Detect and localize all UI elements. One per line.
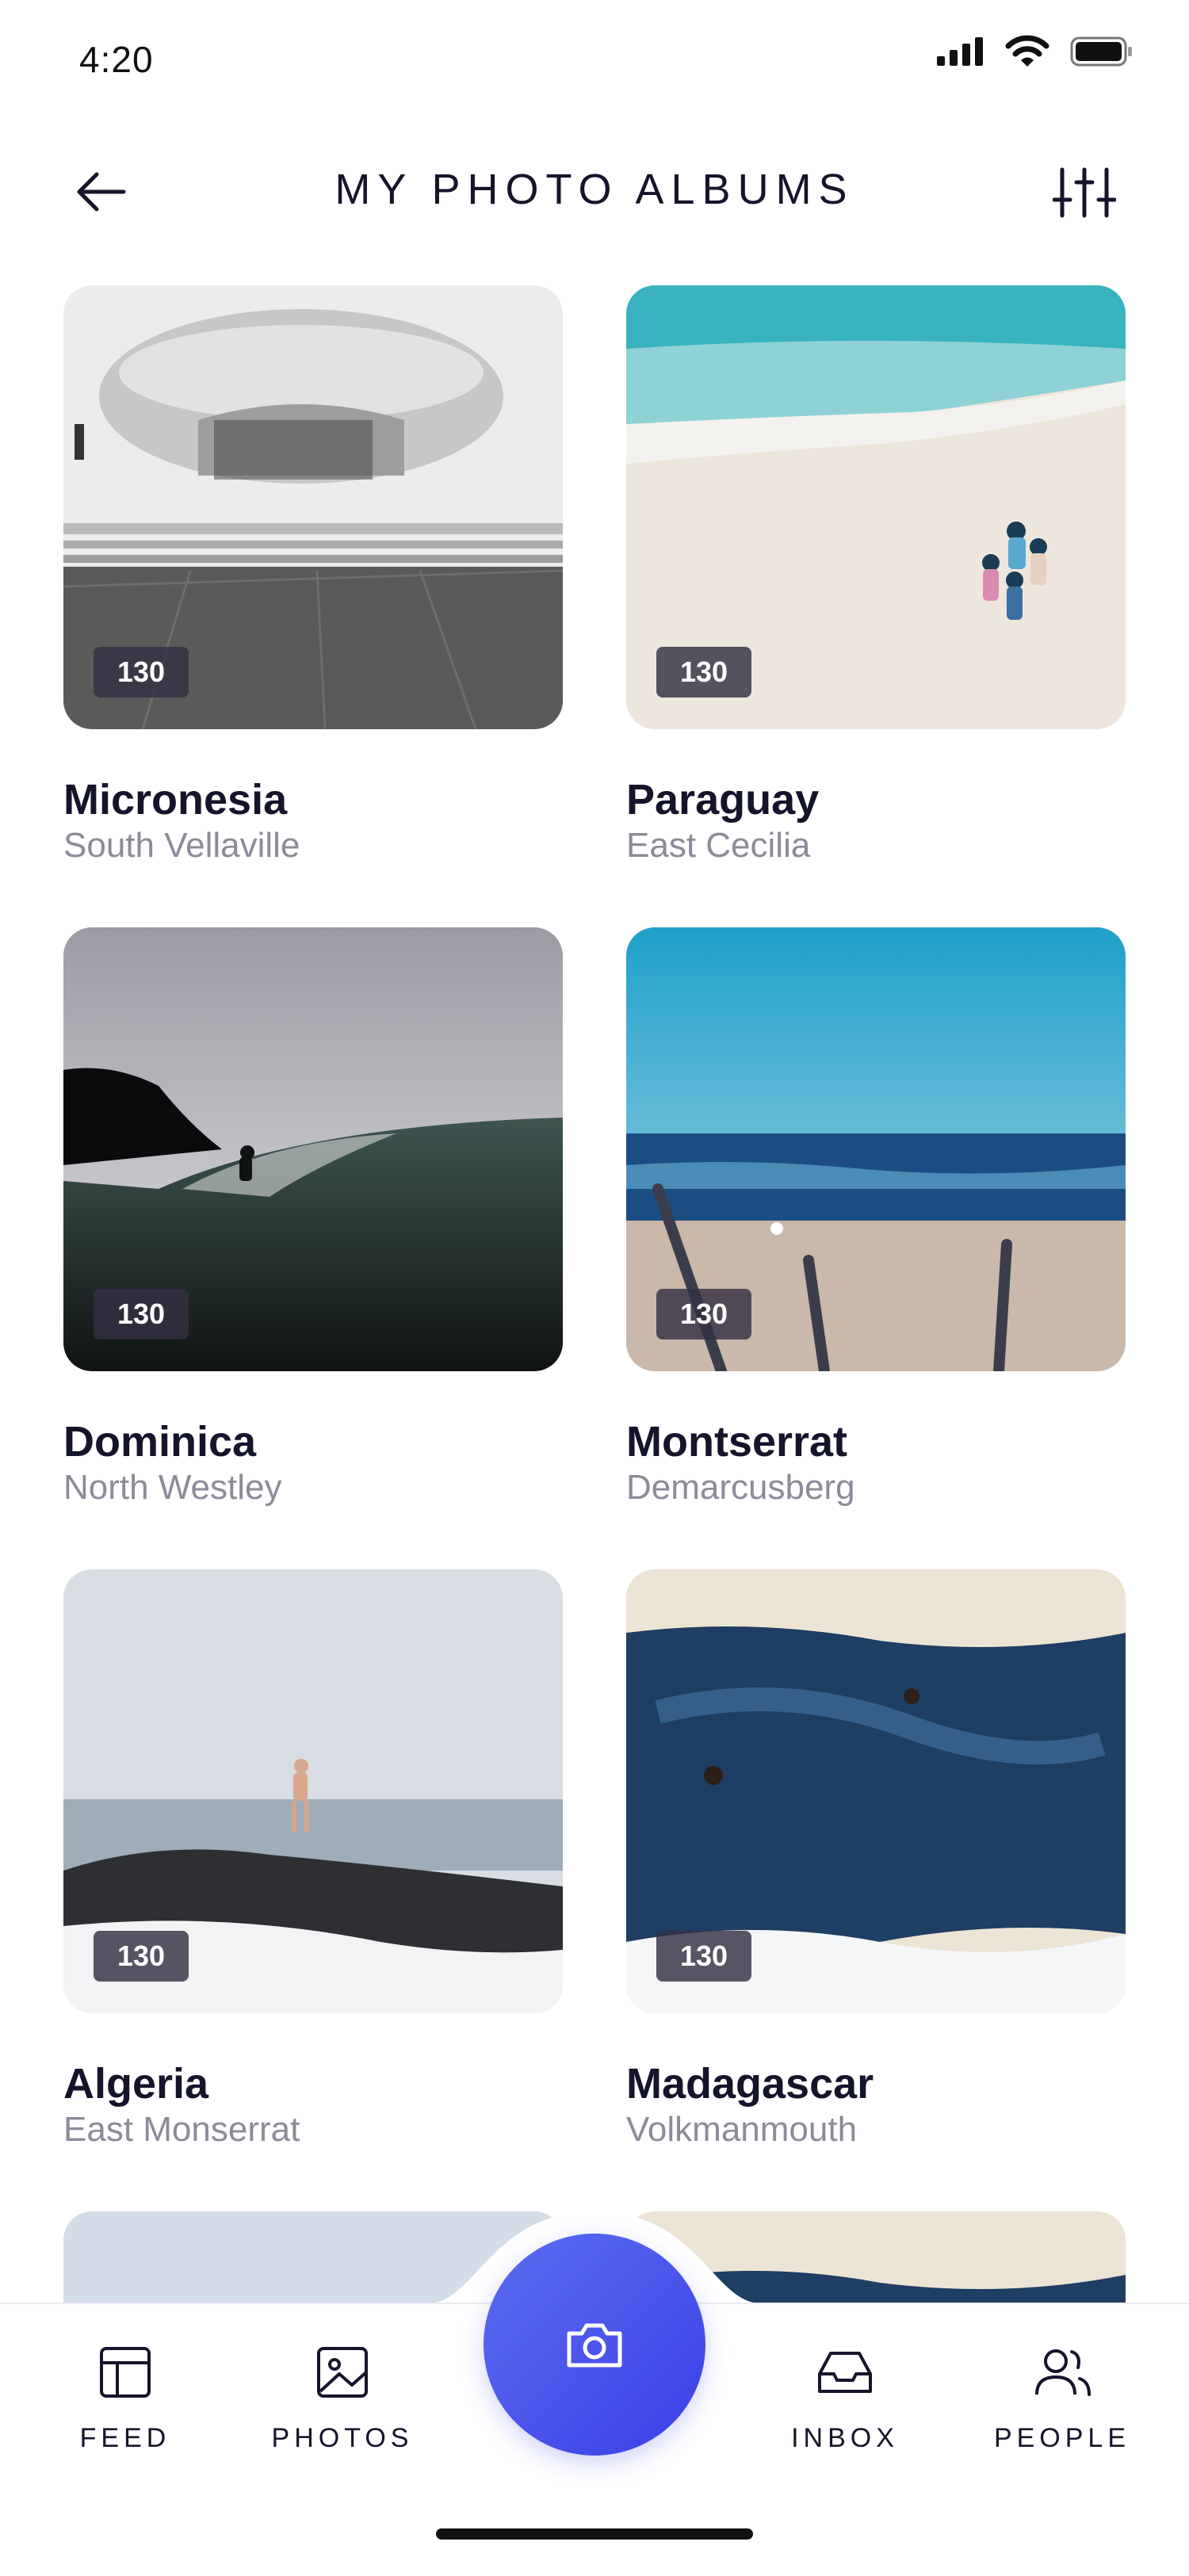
album-photo: 130 bbox=[626, 1569, 1126, 2013]
layout-icon bbox=[100, 2347, 151, 2398]
photo-count-badge: 130 bbox=[656, 1931, 751, 1982]
album-name: Paraguay bbox=[626, 776, 820, 824]
camera-button[interactable] bbox=[484, 2234, 705, 2456]
album-name: Montserrat bbox=[626, 1418, 848, 1466]
photo-count-badge: 130 bbox=[94, 1289, 189, 1340]
album-card[interactable]: 130 Madagascar Volkmanmouth bbox=[626, 1569, 1126, 2149]
inbox-icon bbox=[818, 2352, 872, 2393]
photo-count-badge: 130 bbox=[94, 647, 189, 698]
album-name: Dominica bbox=[63, 1418, 257, 1466]
nav-label-people: PEOPLE bbox=[993, 2423, 1131, 2453]
page-title: MY PHOTO ALBUMS bbox=[335, 166, 854, 213]
nav-label-feed: FEED bbox=[79, 2423, 171, 2453]
battery-icon bbox=[1070, 36, 1132, 67]
album-location: East Monserrat bbox=[63, 2110, 300, 2149]
photo-count-badge: 130 bbox=[94, 1931, 189, 1982]
sliders-icon bbox=[1052, 167, 1117, 218]
header: MY PHOTO ALBUMS bbox=[0, 151, 1189, 238]
nav-label-photos: PHOTOS bbox=[271, 2423, 414, 2453]
album-card[interactable]: 130 Paraguay East Cecilia bbox=[626, 285, 1126, 865]
album-location: South Vellaville bbox=[63, 826, 300, 865]
album-photo: 130 bbox=[63, 285, 563, 729]
album-location: Demarcusberg bbox=[626, 1468, 855, 1507]
photo-count-badge: 130 bbox=[656, 1289, 751, 1340]
album-card[interactable]: 130 Micronesia South Vellaville bbox=[63, 285, 563, 865]
album-photo: 130 bbox=[63, 1569, 563, 2013]
image-icon bbox=[317, 2347, 368, 2398]
nav-label-inbox: INBOX bbox=[791, 2423, 899, 2453]
nav-item-inbox[interactable]: INBOX bbox=[758, 2304, 932, 2463]
album-photo: 130 bbox=[626, 285, 1126, 729]
nav-item-feed[interactable]: FEED bbox=[38, 2304, 212, 2463]
nav-item-people[interactable]: PEOPLE bbox=[975, 2304, 1149, 2463]
album-photo: 130 bbox=[63, 927, 563, 1371]
camera-icon bbox=[567, 2323, 622, 2368]
album-card[interactable]: 130 Dominica North Westley bbox=[63, 927, 563, 1507]
album-photo: 130 bbox=[626, 927, 1126, 1371]
album-name: Madagascar bbox=[626, 2060, 874, 2108]
album-card[interactable]: 130 Montserrat Demarcusberg bbox=[626, 927, 1126, 1507]
album-card[interactable]: 130 Algeria East Monserrat bbox=[63, 1569, 563, 2149]
status-time: 4:20 bbox=[79, 39, 154, 80]
album-location: Volkmanmouth bbox=[626, 2110, 858, 2149]
album-location: East Cecilia bbox=[626, 826, 811, 865]
status-icons bbox=[937, 35, 1134, 68]
status-bar: 4:20 bbox=[0, 0, 1189, 119]
album-name: Micronesia bbox=[63, 776, 288, 824]
home-indicator bbox=[436, 2528, 753, 2540]
album-location: North Westley bbox=[63, 1468, 282, 1507]
nav-item-photos[interactable]: PHOTOS bbox=[255, 2304, 430, 2463]
signal-icon bbox=[937, 37, 983, 66]
users-icon bbox=[1035, 2349, 1091, 2396]
filter-button[interactable] bbox=[1052, 165, 1117, 220]
photo-count-badge: 130 bbox=[656, 647, 751, 698]
wifi-icon bbox=[1005, 35, 1049, 67]
album-name: Algeria bbox=[63, 2060, 209, 2108]
